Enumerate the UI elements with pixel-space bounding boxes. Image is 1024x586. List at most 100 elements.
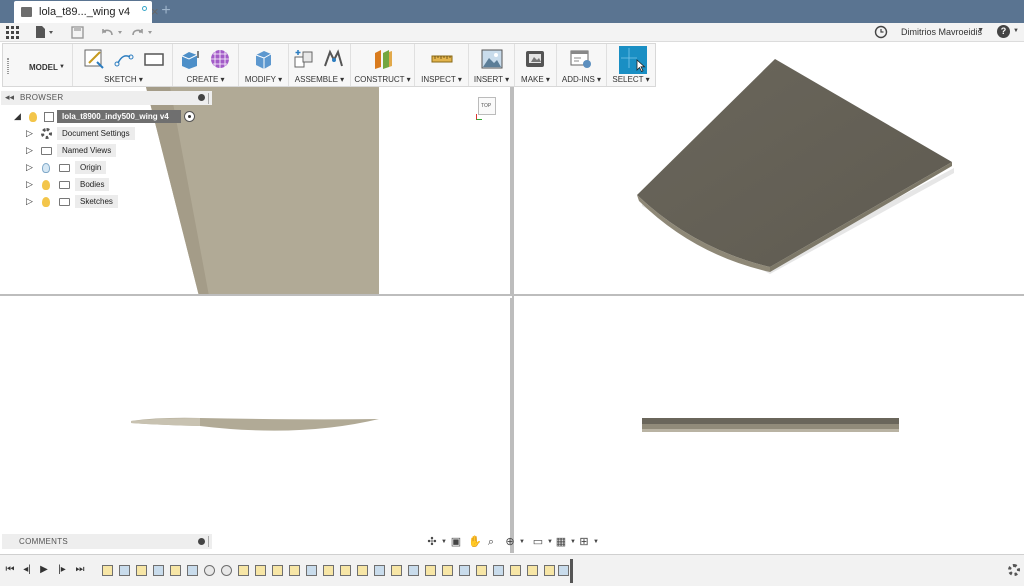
expanded-triangle-icon[interactable]: ◢ [14,111,21,122]
collapsed-triangle-icon[interactable]: ▷ [26,179,33,190]
select-group[interactable]: SELECT ▾ [607,44,655,86]
orbit-icon[interactable]: ✣ [426,536,438,548]
timeline-marker[interactable] [570,559,573,583]
timeline-feature-loft[interactable] [408,565,419,576]
tree-item-document-settings[interactable]: ▷ Document Settings [0,127,214,141]
viewport-bottom-right[interactable] [514,298,1024,553]
visibility-bulb-icon[interactable] [42,197,50,207]
job-status-icon[interactable] [874,25,888,40]
timeline-feature-spline[interactable] [221,565,232,576]
create-group[interactable]: CREATE ▾ [173,44,239,86]
file-menu-icon[interactable] [35,26,55,41]
look-at-icon[interactable]: ▣ [450,536,462,548]
timeline-feature-sketch[interactable] [357,565,368,576]
sketch-group[interactable]: SKETCH ▾ [75,44,173,86]
zoom-icon[interactable]: ⌕ [485,536,497,548]
timeline-feature-sketch[interactable] [323,565,334,576]
timeline-feature-spline[interactable] [204,565,215,576]
form-sphere-icon[interactable] [209,48,231,70]
play-icon[interactable]: ▶ [38,564,50,576]
3d-print-icon[interactable] [524,48,546,70]
timeline-feature-sketch[interactable] [391,565,402,576]
user-account-menu[interactable]: Dimitrios Mavroeidis [901,27,982,37]
tree-item-named-views[interactable]: ▷ Named Views [0,144,214,158]
timeline-feature-sketch[interactable] [544,565,555,576]
timeline-settings-icon[interactable] [1008,564,1020,576]
viewport-splitter[interactable] [512,43,514,553]
timeline-feature-sketch[interactable] [510,565,521,576]
collapse-panel-icon[interactable]: ◂◂ [5,92,14,103]
line-tool-icon[interactable] [113,48,135,70]
visibility-bulb-icon[interactable] [42,163,50,173]
help-icon[interactable]: ? [997,25,1010,38]
timeline-feature-loft[interactable] [306,565,317,576]
comments-panel[interactable]: COMMENTS [2,534,212,549]
timeline-feature-sketch[interactable] [289,565,300,576]
pan-hand-icon[interactable]: ✋ [468,536,482,548]
measure-icon[interactable] [431,48,453,70]
press-pull-icon[interactable] [252,48,274,70]
insert-image-icon[interactable] [481,48,503,70]
tree-root[interactable]: ◢ lola_t8900_indy500_wing v4 [0,110,214,124]
timeline-feature-sketch[interactable] [272,565,283,576]
timeline-feature-loft[interactable] [558,565,569,576]
timeline-feature-sketch[interactable] [442,565,453,576]
workspace-switcher[interactable]: MODEL ▼ [3,44,73,86]
visibility-bulb-icon[interactable] [29,112,37,122]
add-ins-group[interactable]: ADD-INS ▾ [557,44,607,86]
chevron-down-icon[interactable]: ▼ [438,536,450,548]
timeline-feature-loft[interactable] [187,565,198,576]
scripts-addins-icon[interactable] [570,48,592,70]
assemble-group[interactable]: ASSEMBLE ▾ [289,44,351,86]
tree-item-origin[interactable]: ▷ Origin [0,161,214,175]
display-settings-icon[interactable]: ▭ [532,536,544,548]
visibility-bulb-icon[interactable] [42,180,50,190]
browser-header[interactable]: ◂◂ BROWSER [1,91,212,105]
timeline-feature-loft[interactable] [493,565,504,576]
timeline-feature-loft[interactable] [153,565,164,576]
offset-plane-icon[interactable] [372,48,394,70]
rectangle-tool-icon[interactable] [143,48,165,70]
create-sketch-icon[interactable] [83,48,105,70]
undo-icon[interactable] [100,26,126,41]
timeline-feature-sketch[interactable] [170,565,181,576]
construct-group[interactable]: CONSTRUCT ▾ [351,44,415,86]
new-tab-button[interactable]: + [156,2,176,22]
inspect-group[interactable]: INSPECT ▾ [415,44,469,86]
document-tab[interactable]: lola_t89..._wing v4 × [14,1,159,23]
timeline-feature-sketch[interactable] [255,565,266,576]
viewports-icon[interactable]: ⊞ [578,536,590,548]
new-component-icon[interactable] [293,48,315,70]
chevron-down-icon[interactable]: ▼ [516,536,528,548]
timeline-feature-sketch[interactable] [238,565,249,576]
collapsed-triangle-icon[interactable]: ▷ [26,196,33,207]
app-grid-icon[interactable] [6,26,19,41]
panel-grip[interactable] [208,93,211,104]
timeline-feature-sketch[interactable] [340,565,351,576]
select-tool-button[interactable] [619,46,647,74]
make-group[interactable]: MAKE ▾ [515,44,557,86]
timeline-feature-loft[interactable] [374,565,385,576]
insert-group[interactable]: INSERT ▾ [469,44,515,86]
activate-component-icon[interactable] [184,111,195,122]
panel-grip[interactable] [208,536,211,547]
timeline-feature-loft[interactable] [459,565,470,576]
save-icon[interactable] [71,26,84,41]
redo-icon[interactable] [131,26,157,41]
viewcube[interactable]: TOP [476,97,496,120]
timeline-feature-sketch[interactable] [102,565,113,576]
timeline-feature-sketch[interactable] [527,565,538,576]
fit-icon[interactable]: ⊕ [504,536,516,548]
go-to-end-icon[interactable]: ⏭ [74,564,86,576]
extrude-icon[interactable] [179,48,201,70]
tree-item-sketches[interactable]: ▷ Sketches [0,195,214,209]
tree-item-bodies[interactable]: ▷ Bodies [0,178,214,192]
collapsed-triangle-icon[interactable]: ▷ [26,162,33,173]
step-forward-icon[interactable]: |▸ [56,564,68,576]
pin-icon[interactable] [198,94,205,101]
timeline-feature-sketch[interactable] [425,565,436,576]
timeline-feature-loft[interactable] [119,565,130,576]
grid-snaps-icon[interactable]: ▦ [555,536,567,548]
timeline-feature-sketch[interactable] [476,565,487,576]
add-comment-icon[interactable] [198,538,205,545]
